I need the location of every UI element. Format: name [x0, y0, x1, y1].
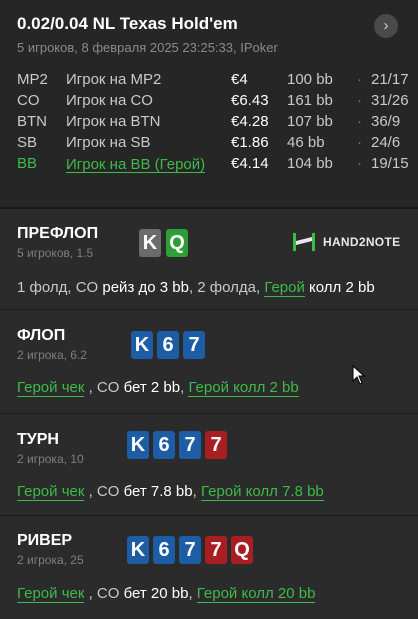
street-title: ТУРН	[17, 431, 59, 448]
player-name: Игрок на CO	[66, 92, 153, 109]
player-stack: €6.43	[231, 92, 269, 109]
hero-action-check[interactable]: чек	[57, 483, 85, 501]
player-stack: €1.86	[231, 134, 269, 151]
hero-link[interactable]: Герой	[188, 379, 229, 397]
player-position: MP2	[17, 71, 48, 88]
action-bet: бет 20 bb	[123, 585, 189, 602]
street-actions: Герой чек , CO бет 2 bb, Герой колл 2 bb	[17, 379, 299, 397]
player-stack-bb: 161 bb	[287, 92, 333, 109]
hero-link[interactable]: Герой	[264, 279, 305, 297]
card: K	[131, 331, 153, 359]
action-bet: бет 7.8 bb	[123, 483, 193, 500]
street-actions: Герой чек , CO бет 20 bb, Герой колл 20 …	[17, 585, 316, 603]
action-text: , 2 фолда,	[188, 279, 265, 296]
separator-dot: ·	[357, 92, 362, 109]
street-subtitle: 2 игрока, 6.2	[17, 348, 87, 362]
action-bet: бет 2 bb	[123, 379, 181, 396]
street-title: ПРЕФЛОП	[17, 225, 99, 242]
player-stats: 36/9	[371, 113, 401, 130]
player-stack-bb: 107 bb	[287, 113, 333, 130]
separator-dot: ·	[357, 155, 362, 172]
section-divider	[0, 515, 418, 516]
separator-dot: ·	[357, 113, 362, 130]
card: K	[139, 229, 161, 257]
hand2note-logo-icon	[293, 233, 315, 251]
player-stats: 24/6	[371, 134, 401, 151]
card: K	[127, 431, 149, 459]
card: Q	[231, 536, 253, 564]
player-row-hero[interactable]: BB Игрок на BB (Герой) €4.14 104 bb · 19…	[17, 155, 412, 176]
card: 6	[153, 536, 175, 564]
hand-subtitle: 5 игроков, 8 февраля 2025 23:25:33, IPok…	[17, 40, 278, 55]
street-actions: 1 фолд, CO рейз до 3 bb, 2 фолда, Герой …	[17, 279, 375, 297]
player-stack: €4	[231, 71, 248, 88]
action-text: ,	[192, 483, 201, 500]
action-text: , CO	[84, 379, 124, 396]
player-row[interactable]: MP2 Игрок на MP2 €4 100 bb · 21/17	[17, 71, 412, 92]
hand2note-logo-text: HAND2NOTE	[323, 235, 401, 249]
hand-header: 0.02/0.04 NL Texas Hold'em 5 игроков, 8 …	[0, 0, 418, 207]
player-stack-bb: 104 bb	[287, 155, 333, 172]
player-row[interactable]: BTN Игрок на BTN €4.28 107 bb · 36/9	[17, 113, 412, 134]
hero-action-call[interactable]: колл 7.8 bb	[241, 483, 324, 501]
player-position: BB	[17, 155, 38, 172]
hero-link[interactable]: Герой	[17, 483, 58, 501]
player-stats: 21/17	[371, 71, 409, 88]
player-position: BTN	[17, 113, 47, 130]
separator-dot: ·	[357, 134, 362, 151]
card: 7	[205, 536, 227, 564]
player-name: Игрок на BTN	[66, 113, 161, 130]
player-stack-bb: 46 bb	[287, 134, 325, 151]
player-name: Игрок на MP2	[66, 71, 162, 88]
separator-dot: ·	[357, 71, 362, 88]
player-stack: €4.14	[231, 155, 269, 172]
street-title: ФЛОП	[17, 327, 66, 344]
card: 7	[179, 431, 201, 459]
street-subtitle: 2 игрока, 25	[17, 553, 84, 567]
card: 7	[179, 536, 201, 564]
player-position: SB	[17, 134, 38, 151]
street-actions: Герой чек , CO бет 7.8 bb, Герой колл 7.…	[17, 483, 324, 501]
hero-link[interactable]: Герой	[200, 483, 242, 501]
mouse-cursor-icon	[352, 365, 366, 385]
action-text: , CO	[84, 483, 124, 500]
player-position: CO	[17, 92, 40, 109]
hero-action-check[interactable]: чек	[57, 379, 85, 397]
player-name: Игрок на SB	[66, 134, 151, 151]
player-row[interactable]: CO Игрок на CO €6.43 161 bb · 31/26	[17, 92, 412, 113]
card: Q	[166, 229, 188, 257]
action-call: колл 2 bb	[309, 279, 375, 296]
hand-title: 0.02/0.04 NL Texas Hold'em	[17, 14, 238, 33]
street-subtitle: 2 игрока, 10	[17, 452, 84, 466]
hero-action-call[interactable]: колл 20 bb	[237, 585, 316, 603]
card: 6	[157, 331, 179, 359]
hero-link[interactable]: Герой	[196, 585, 238, 603]
hero-action-call[interactable]: колл 2 bb	[228, 379, 299, 397]
hero-action-check[interactable]: чек	[57, 585, 85, 603]
player-stats: 31/26	[371, 92, 409, 109]
action-text: , CO	[84, 585, 124, 602]
action-text: 1 фолд, CO	[17, 279, 103, 296]
players-list: MP2 Игрок на MP2 €4 100 bb · 21/17 CO Иг…	[17, 71, 412, 176]
street-title: РИВЕР	[17, 532, 73, 549]
player-row[interactable]: SB Игрок на SB €1.86 46 bb · 24/6	[17, 134, 412, 155]
action-raise: рейз до 3 bb	[102, 279, 189, 296]
action-text: ,	[188, 585, 197, 602]
card: 6	[153, 431, 175, 459]
player-stack: €4.28	[231, 113, 269, 130]
player-stack-bb: 100 bb	[287, 71, 333, 88]
card: 7	[205, 431, 227, 459]
street-subtitle: 5 игроков, 1.5	[17, 246, 94, 260]
section-divider	[0, 309, 418, 310]
card: K	[127, 536, 149, 564]
hero-link[interactable]: Герой	[17, 585, 58, 603]
player-stats: 19/15	[371, 155, 409, 172]
hero-link[interactable]: Герой	[17, 379, 58, 397]
hero-name-link[interactable]: Игрок на BB (Герой)	[66, 157, 206, 173]
section-divider	[0, 207, 418, 209]
section-divider	[0, 413, 418, 414]
card: 7	[183, 331, 205, 359]
chevron-right-icon[interactable]: ›	[374, 14, 398, 38]
